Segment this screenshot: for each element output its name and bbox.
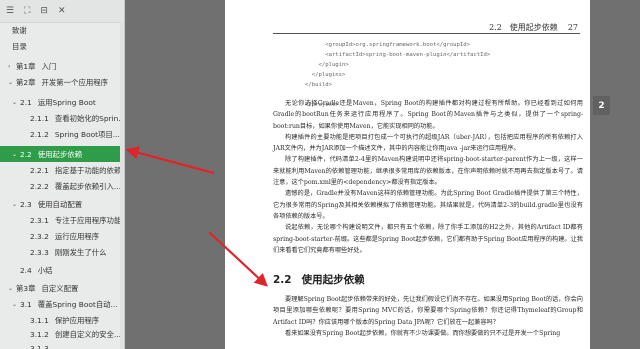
chapter-tab[interactable]: 2 (593, 96, 610, 115)
toc-item-label: 查看初始化的Sprin... (54, 113, 125, 123)
toc-item-label: 使用自动配置 (37, 199, 83, 209)
toc-item-label: 覆盖起步依赖引入... (54, 181, 121, 191)
toc-item-number: 第1章 (16, 61, 36, 71)
toc-item[interactable]: ⌄ 2.2 使用起步依赖 (0, 146, 124, 162)
toc-item-label: 小结 (37, 265, 53, 275)
toc-item-number: 2.1.2 (30, 129, 49, 139)
toc-item-label: ... (54, 343, 62, 349)
paragraph: 除了构建插件，代码清单2-4里的Maven构建说明中还将spring-boot-… (273, 156, 583, 187)
toc-sidebar: ☰ ⛶ ⊟ ✕ 致谢 目录 › 第1章 入门 ⌄ 第2章 开发第一个应用程序 ⌄ 2.1 运用Spr… (0, 0, 125, 349)
toc-item-number: 2.3 (20, 199, 32, 209)
menu-icon[interactable]: ☰ (6, 6, 14, 16)
toc-item-label: 自定义配置 (41, 283, 79, 293)
running-header: 2.2 使用起步依赖 27 (489, 22, 578, 33)
chevron-down-icon[interactable]: ⌄ (12, 201, 20, 208)
toc-item[interactable]: ⌄ 第3章 自定义配置 (0, 280, 124, 296)
toc-item-number: 2.3.2 (30, 231, 49, 241)
left-gutter (125, 0, 225, 349)
chevron-down-icon[interactable]: ⌄ (12, 151, 20, 158)
section-number: 2.2 (273, 274, 292, 286)
toc-item-number: 第2章 (16, 77, 36, 87)
body-text: 无论你选择Gradle还是Maven，Spring Boot的构建插件都对构建过… (273, 98, 583, 256)
toc-item-number: 3.1 (20, 299, 32, 309)
sidebar-toolbar: ☰ ⛶ ⊟ ✕ (0, 0, 124, 23)
paragraph: 构建插件的主要功能是把项目打包成一个可执行的超级JAR（uber-JAR），包括… (273, 133, 583, 153)
paragraph: 要理解Spring Boot起步依赖带来的好处，先让我们假设它们尚不存在。如果没… (273, 296, 583, 326)
toc-item-label: 开发第一个应用程序 (41, 77, 109, 87)
toc-item-number: 3.1.1 (30, 315, 49, 325)
toc-item-label: 入门 (41, 61, 57, 71)
toc-item[interactable]: 2.3.2 运行应用程序 (0, 228, 124, 244)
right-gutter (590, 0, 640, 349)
toc-item-number: 2.1.1 (30, 113, 49, 123)
toc-item[interactable]: › 第1章 入门 (0, 58, 124, 74)
toc-item-label: 保护应用程序 (54, 315, 100, 325)
toc-item[interactable]: 2.2.1 指定基于功能的依赖 (0, 162, 124, 178)
toc-item-number: 2.3.3 (30, 247, 49, 257)
toc-item-label: 指定基于功能的依赖 (54, 165, 122, 175)
chevron-down-icon[interactable]: ⌄ (8, 285, 16, 292)
paragraph: 看来如果没有Spring Boot起步依赖，你就有不少功课要做。而你想要做的只不… (285, 329, 561, 337)
toc-item-number: 2.2.1 (30, 165, 49, 175)
collapse-icon[interactable]: ⊟ (40, 6, 48, 16)
toc-item-number: 2.2.2 (30, 181, 49, 191)
code-line: <groupId>org.springframework.boot</group… (305, 42, 471, 48)
code-line: <artifactId>spring-boot-maven-plugin</ar… (305, 52, 491, 58)
toc-item-label: 运用Spring Boot (37, 97, 96, 107)
paragraph: 说起依赖，无论哪个构建说明文件，都只有五个依赖，除了你手工添加的H2之外，其他的… (273, 224, 583, 254)
header-rule (273, 33, 580, 34)
page-number: 27 (567, 23, 578, 32)
toc-item-number: 2.4 (20, 265, 32, 275)
toc-item[interactable]: 2.4 小结 (0, 262, 124, 278)
section-title: 使用起步依赖 (301, 274, 365, 286)
toc-item-number: 2.3.1 (30, 215, 49, 225)
toc-item-number: 3.1.3 (30, 343, 49, 349)
toc-item[interactable]: ⌄ 2.3 使用自动配置 (0, 196, 124, 212)
toc-item-number: 2.1 (20, 97, 32, 107)
toc-item-label: 专注于应用程序功能 (54, 215, 122, 225)
toc-item[interactable]: 2.3.1 专注于应用程序功能 (0, 212, 124, 228)
code-line: </build> (305, 82, 332, 88)
chevron-down-icon[interactable]: ⌄ (12, 99, 20, 106)
toc-item[interactable]: ⌄ 第2章 开发第一个应用程序 (0, 74, 124, 90)
toc-item[interactable]: 2.1.2 Spring Boot项目... (0, 126, 124, 142)
chevron-down-icon[interactable]: ⌄ (12, 301, 20, 308)
sidebar-scrollbar[interactable] (120, 22, 124, 349)
code-line: </plugins> (305, 72, 346, 78)
toc-item-label: 运行应用程序 (54, 231, 100, 241)
code-line: </plugin> (305, 62, 349, 68)
toc-item[interactable]: 2.2.2 覆盖起步依赖引入... (0, 178, 124, 194)
paragraph: 遗憾的是，Gradle并没有Maven这样的依赖管理功能。为此Spring Bo… (273, 190, 583, 220)
chevron-down-icon[interactable]: ⌄ (8, 79, 16, 86)
toc-item-number: 2.2 (20, 149, 32, 159)
paragraph: 无论你选择Gradle还是Maven，Spring Boot的构建插件都对构建过… (273, 100, 583, 130)
toc-item[interactable]: 2.3.3 刚刚发生了什么 (0, 244, 124, 260)
toc-item-label: 目录 (12, 41, 27, 51)
toc-item[interactable]: ⌄ 2.1 运用Spring Boot (0, 94, 124, 110)
section-heading: 2.2 使用起步依赖 (273, 272, 365, 287)
toc-item-label: 致谢 (12, 25, 27, 35)
toc-item-number: 第3章 (16, 283, 36, 293)
toc-item[interactable]: 致谢 (0, 22, 124, 38)
toc-item[interactable]: 2.1.1 查看初始化的Sprin... (0, 110, 125, 126)
toc-item[interactable]: 目录 (0, 38, 124, 54)
toc-item-label: 刚刚发生了什么 (54, 247, 107, 257)
expand-icon[interactable]: ⛶ (24, 6, 30, 16)
toc-item-label: 使用起步依赖 (37, 149, 83, 159)
toc-item[interactable]: 3.1.3... (0, 340, 124, 349)
toc-item-label: 创建自定义的安全... (54, 329, 121, 339)
header-title: 2.2 使用起步依赖 (489, 23, 558, 32)
toc-item-number: 3.1.2 (30, 329, 49, 339)
book-page: 2.2 使用起步依赖 27 <groupId>org.springframewor… (225, 0, 590, 349)
chevron-right-icon[interactable]: › (8, 63, 16, 70)
close-icon[interactable]: ✕ (58, 6, 66, 16)
section-body-text: 要理解Spring Boot起步依赖带来的好处，先让我们假设它们尚不存在。如果没… (273, 294, 583, 339)
toc-item-label: Spring Boot项目... (54, 129, 120, 139)
toc-item-label: 覆盖Spring Boot自动... (37, 299, 118, 309)
toc-item[interactable]: ⌄ 3.1 覆盖Spring Boot自动... (0, 296, 124, 312)
